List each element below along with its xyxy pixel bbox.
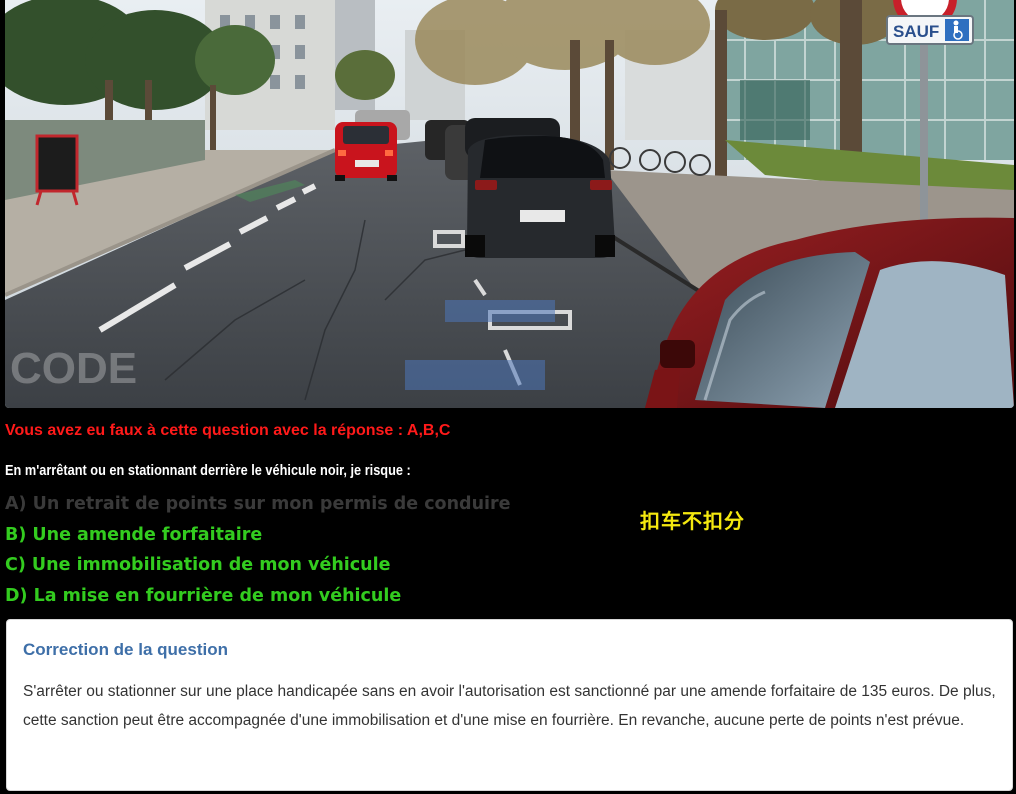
answer-list: A) Un retrait de points sur mon permis d… <box>5 494 511 616</box>
answer-option-c[interactable]: C) Une immobilisation de mon véhicule <box>5 555 511 586</box>
answer-option-d[interactable]: D) La mise en fourrière de mon véhicule <box>5 586 511 617</box>
answer-option-b[interactable]: B) Une amende forfaitaire <box>5 525 511 556</box>
correction-card: Correction de la question S'arrêter ou s… <box>6 619 1013 791</box>
chinese-note: 扣车不扣分 <box>640 509 745 533</box>
correction-title: Correction de la question <box>23 640 228 659</box>
photo-watermark: CODE <box>10 344 137 393</box>
sign-text: SAUF <box>893 22 939 41</box>
correction-body: S'arrêter ou stationner sur une place ha… <box>23 683 996 729</box>
quiz-page: SAUF CODE Vous avez eu faux à cette ques… <box>0 0 1016 794</box>
question-photo: SAUF CODE <box>5 0 1014 408</box>
answer-option-a[interactable]: A) Un retrait de points sur mon permis d… <box>5 494 511 525</box>
question-text: En m'arrêtant ou en stationnant derrière… <box>5 463 411 479</box>
result-message: Vous avez eu faux à cette question avec … <box>5 422 451 439</box>
